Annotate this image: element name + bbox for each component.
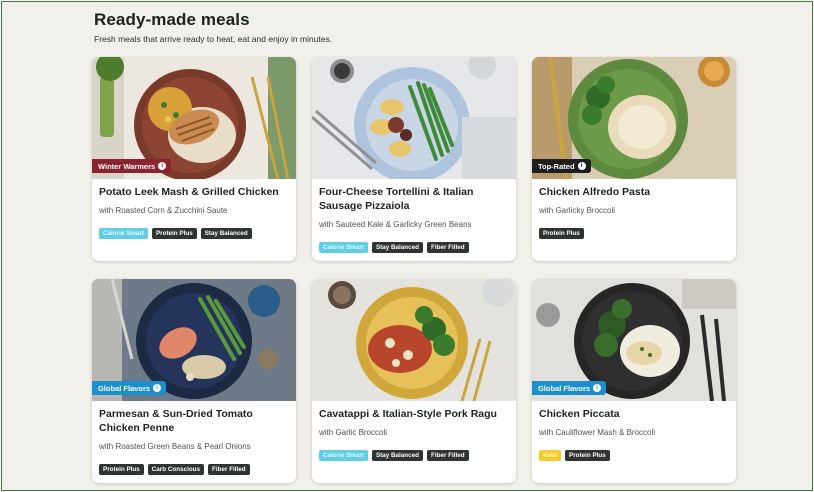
info-icon[interactable]: i (577, 162, 586, 170)
badge-global-flavors[interactable]: Global Flavors i (532, 381, 607, 395)
tag-protein-plus: Protein Plus (539, 228, 584, 239)
tag-fiber-filled: Fiber Filled (427, 242, 469, 253)
meal-tags: Calorie Smart Protein Plus Stay Balanced (99, 228, 252, 239)
badge-label: Top-Rated (538, 161, 575, 171)
meal-description: with Roasted Corn & Zucchini Saute (99, 206, 228, 215)
badge-top-rated[interactable]: Top-Rated i (532, 159, 591, 173)
meal-tags: Protein Plus (539, 228, 584, 239)
info-icon[interactable]: i (153, 384, 162, 392)
meal-image[interactable]: Global Flavors i (92, 279, 296, 401)
badge-winter-warmers[interactable]: Winter Warmers i (92, 159, 172, 173)
meal-title[interactable]: Potato Leek Mash & Grilled Chicken (99, 185, 289, 199)
badge-label: Global Flavors (98, 383, 151, 393)
tag-fiber-filled: Fiber Filled (427, 450, 469, 461)
meal-title[interactable]: Chicken Alfredo Pasta (539, 185, 729, 199)
meal-card-four-cheese-tortellini[interactable]: Four-Cheese Tortellini & Italian Sausage… (312, 57, 516, 261)
badge-label: Global Flavors (538, 383, 591, 393)
page-frame: Ready-made meals Fresh meals that arrive… (1, 1, 813, 491)
tag-protein-plus: Protein Plus (565, 450, 610, 461)
meal-title[interactable]: Parmesan & Sun-Dried Tomato Chicken Penn… (99, 407, 289, 435)
tag-calorie-smart: Calorie Smart (99, 228, 148, 239)
meal-tags: Protein Plus Carb Conscious Fiber Filled (99, 464, 250, 475)
badge-global-flavors[interactable]: Global Flavors i (92, 381, 167, 395)
meal-description: with Cauliflower Mash & Broccoli (539, 428, 656, 437)
meal-title[interactable]: Four-Cheese Tortellini & Italian Sausage… (319, 185, 509, 213)
meal-card-parmesan-chicken-penne[interactable]: Global Flavors i Parmesan & Sun-Dried To… (92, 279, 296, 483)
meal-description: with Garlic Broccoli (319, 428, 388, 437)
tag-calorie-smart: Calorie Smart (319, 450, 368, 461)
tag-fiber-filled: Fiber Filled (208, 464, 250, 475)
meal-tags: Calorie Smart Stay Balanced Fiber Filled (319, 242, 469, 253)
meal-card-chicken-alfredo[interactable]: Top-Rated i Chicken Alfredo Pasta with G… (532, 57, 736, 261)
tag-protein-plus: Protein Plus (99, 464, 144, 475)
page-subtitle: Fresh meals that arrive ready to heat, e… (94, 34, 333, 44)
tag-stay-balanced: Stay Balanced (371, 242, 424, 253)
meal-card-cavatappi-pork-ragu[interactable]: Cavatappi & Italian-Style Pork Ragu with… (312, 279, 516, 483)
badge-label: Winter Warmers (98, 161, 156, 171)
meal-description: with Roasted Green Beans & Pearl Onions (99, 442, 251, 451)
meal-image[interactable] (312, 279, 516, 401)
tag-stay-balanced: Stay Balanced (371, 450, 424, 461)
meal-card-potato-leek-mash[interactable]: Winter Warmers i Potato Leek Mash & Gril… (92, 57, 296, 261)
tag-carb-conscious: Carb Conscious (147, 464, 205, 475)
info-icon[interactable]: i (158, 162, 167, 170)
meal-image[interactable] (312, 57, 516, 179)
meal-title[interactable]: Cavatappi & Italian-Style Pork Ragu (319, 407, 509, 421)
meal-card-chicken-piccata[interactable]: Global Flavors i Chicken Piccata with Ca… (532, 279, 736, 483)
meal-description: with Sauteed Kale & Garlicky Green Beans (319, 220, 472, 229)
meal-image[interactable]: Global Flavors i (532, 279, 736, 401)
tag-calorie-smart: Calorie Smart (319, 242, 368, 253)
meal-title[interactable]: Chicken Piccata (539, 407, 729, 421)
tag-protein-plus: Protein Plus (151, 228, 197, 239)
page-title: Ready-made meals (94, 10, 250, 29)
info-icon[interactable]: i (593, 384, 602, 392)
meal-tags: Keto Protein Plus (539, 450, 610, 461)
tag-keto: Keto (539, 450, 561, 461)
tag-stay-balanced: Stay Balanced (200, 228, 252, 239)
meal-image[interactable]: Winter Warmers i (92, 57, 296, 179)
meal-description: with Garlicky Broccoli (539, 206, 616, 215)
meal-tags: Calorie Smart Stay Balanced Fiber Filled (319, 450, 469, 461)
meal-image[interactable]: Top-Rated i (532, 57, 736, 179)
